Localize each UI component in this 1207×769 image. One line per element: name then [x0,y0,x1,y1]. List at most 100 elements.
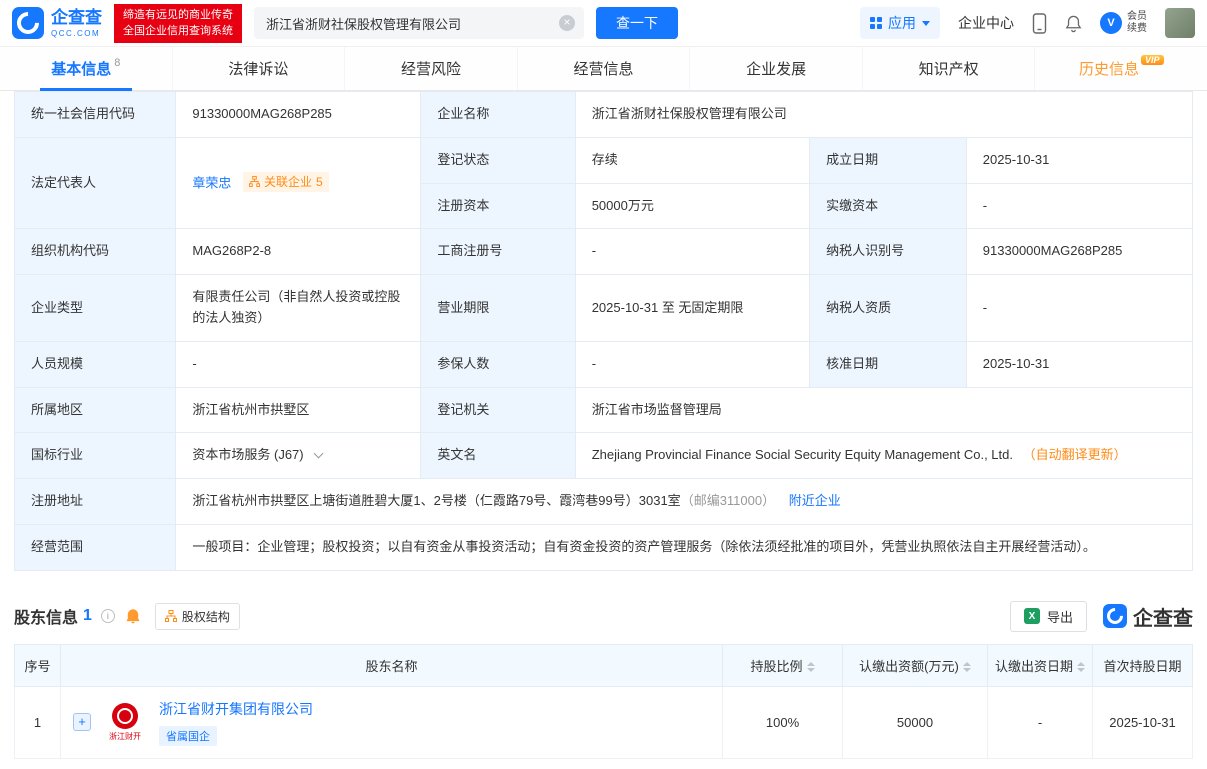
equity-structure-button[interactable]: 股权结构 [155,603,240,630]
qcc-logo-domain: QCC.COM [51,29,102,38]
reg-address-text: 浙江省杭州市拱墅区上塘街道胜碧大厦1、2号楼（仁霞路79号、霞湾巷99号）303… [192,493,680,508]
nearby-companies-link[interactable]: 附近企业 [789,493,841,508]
app-menu-label: 应用 [888,13,916,33]
establish-date-label: 成立日期 [810,137,967,183]
shareholder-subscribe-date: - [988,686,1093,758]
slogan-line1: 缔造有远见的商业传奇 [123,7,233,24]
tab-operating-risk-label: 经营风险 [401,58,461,79]
uscc-label: 统一社会信用代码 [15,92,176,138]
tab-intellectual-property[interactable]: 知识产权 [863,47,1036,90]
staff-size-value: - [176,341,421,387]
col-subscribed-date[interactable]: 认缴出资日期 [988,644,1093,686]
tab-company-development-label: 企业发展 [746,58,806,79]
member-renewal-button[interactable]: V 会员 续费 [1100,11,1147,36]
related-companies-badge[interactable]: 关联企业 5 [243,172,329,192]
mobile-phone-icon[interactable] [1032,13,1047,34]
english-name-value: Zhejiang Provincial Finance Social Secur… [575,433,1192,479]
col-subscribed-amount[interactable]: 认缴出资额(万元) [843,644,988,686]
state-owned-tag: 省属国企 [159,726,217,746]
col-first-holding-date[interactable]: 首次持股日期 [1093,644,1193,686]
tab-history-info[interactable]: 历史信息 VIP [1035,47,1207,90]
tab-history-info-label: 历史信息 [1079,58,1139,79]
col-shareholder-name: 股东名称 [61,644,723,686]
company-name-value: 浙江省浙财社保股权管理有限公司 [575,92,1192,138]
tab-company-development[interactable]: 企业发展 [690,47,863,90]
shareholder-table-header: 序号 股东名称 持股比例 认缴出资额(万元) 认缴出资日期 首次持股日期 [15,644,1193,686]
export-button[interactable]: X 导出 [1010,601,1087,632]
qcc-logo-icon [12,7,44,39]
expand-row-button[interactable]: + [73,713,91,731]
reg-status-label: 登记状态 [421,137,575,183]
auto-translate-note[interactable]: （自动翻译更新） [1023,447,1127,462]
shareholder-logo-text: 浙江财开 [109,731,141,742]
taxpayer-qual-label: 纳税人资质 [810,275,967,342]
notification-bell-icon[interactable] [1065,14,1082,33]
sort-icon[interactable] [807,662,815,672]
postal-code-text: （邮编311000） [681,493,775,508]
tab-intellectual-property-label: 知识产权 [919,58,979,79]
table-row: 法定代表人 章荣忠 关联企业 5 登记状态 存续 成立日期 2025-10-31 [15,137,1193,183]
org-code-label: 组织机构代码 [15,229,176,275]
shareholder-name-link[interactable]: 浙江省财开集团有限公司 [159,699,313,719]
tab-legal-litigation[interactable]: 法律诉讼 [173,47,346,90]
equity-structure-label: 股权结构 [182,608,230,625]
tab-operating-info[interactable]: 经营信息 [518,47,691,90]
business-term-value: 2025-10-31 至 无固定期限 [575,275,809,342]
org-chart-icon [249,176,260,187]
vip-badge: VIP [1141,55,1164,65]
enterprise-center-link[interactable]: 企业中心 [958,13,1014,33]
sort-icon[interactable] [1077,662,1085,672]
table-row: 企业类型 有限责任公司（非自然人投资或控股的法人独资） 营业期限 2025-10… [15,275,1193,342]
tab-legal-litigation-label: 法律诉讼 [228,58,288,79]
top-header: 企查查 QCC.COM 缔造有远见的商业传奇 全国企业信用查询系统 × 查一下 … [0,0,1207,46]
equity-structure-icon [165,610,177,622]
shareholder-name-cell: + 浙江财开 浙江省财开集团有限公司 省属国企 [61,686,723,758]
table-row: 人员规模 - 参保人数 - 核准日期 2025-10-31 [15,341,1193,387]
col-ratio[interactable]: 持股比例 [723,644,843,686]
search-button[interactable]: 查一下 [596,7,678,39]
user-avatar[interactable] [1165,8,1195,38]
sort-icon[interactable] [963,662,971,672]
english-name-text: Zhejiang Provincial Finance Social Secur… [592,447,1013,462]
tab-basic-info[interactable]: 基本信息 8 [0,47,173,90]
reg-authority-label: 登记机关 [421,387,575,433]
related-companies-count: 5 [316,173,323,191]
region-value: 浙江省杭州市拱墅区 [176,387,421,433]
header-right-group: 应用 企业中心 V 会员 续费 [860,7,1195,39]
excel-icon: X [1024,608,1040,624]
company-type-label: 企业类型 [15,275,176,342]
slogan-banner: 缔造有远见的商业传奇 全国企业信用查询系统 [114,4,242,43]
member-renewal-line2: 续费 [1127,23,1147,36]
paid-capital-label: 实缴资本 [810,183,967,229]
shareholder-first-date: 2025-10-31 [1093,686,1193,758]
qcc-watermark-icon [1103,604,1127,628]
app-menu-button[interactable]: 应用 [860,7,940,39]
qcc-watermark-text: 企查查 [1133,602,1193,631]
slogan-line2: 全国企业信用查询系统 [123,23,233,40]
shareholder-section-header: 股东信息 1 i 股权结构 X 导出 企查查 [14,601,1193,632]
section-tabs: 基本信息 8 法律诉讼 经营风险 经营信息 企业发展 知识产权 历史信息 VIP [0,46,1207,91]
chevron-down-icon [922,21,930,26]
info-icon[interactable]: i [101,609,115,623]
business-scope-value: 一般项目：企业管理；股权投资；以自有资金从事投资活动；自有资金投资的资产管理服务… [176,524,1193,570]
business-scope-label: 经营范围 [15,524,176,570]
establish-date-value: 2025-10-31 [966,137,1192,183]
company-type-value: 有限责任公司（非自然人投资或控股的法人独资） [176,275,421,342]
shareholder-row: 1 + 浙江财开 浙江省财开集团有限公司 省属国企 100% [15,686,1193,758]
industry-expand-icon[interactable] [314,449,324,459]
qcc-logo[interactable]: 企查查 QCC.COM [12,7,102,39]
reg-number-label: 工商注册号 [421,229,575,275]
table-row: 组织机构代码 MAG268P2-8 工商注册号 - 纳税人识别号 9133000… [15,229,1193,275]
subscribe-bell-icon[interactable] [125,608,141,625]
clear-search-icon[interactable]: × [559,15,575,31]
search-input[interactable] [254,7,584,39]
insured-count-value: - [575,341,809,387]
paid-capital-value: - [966,183,1192,229]
tab-basic-info-count: 8 [114,57,120,69]
basic-info-table: 统一社会信用代码 91330000MAG268P285 企业名称 浙江省浙财社保… [14,91,1193,571]
insured-count-label: 参保人数 [421,341,575,387]
legal-rep-link[interactable]: 章荣忠 [192,175,231,190]
tab-operating-risk[interactable]: 经营风险 [345,47,518,90]
tab-basic-info-label: 基本信息 [51,58,111,79]
reg-capital-value: 50000万元 [575,183,809,229]
